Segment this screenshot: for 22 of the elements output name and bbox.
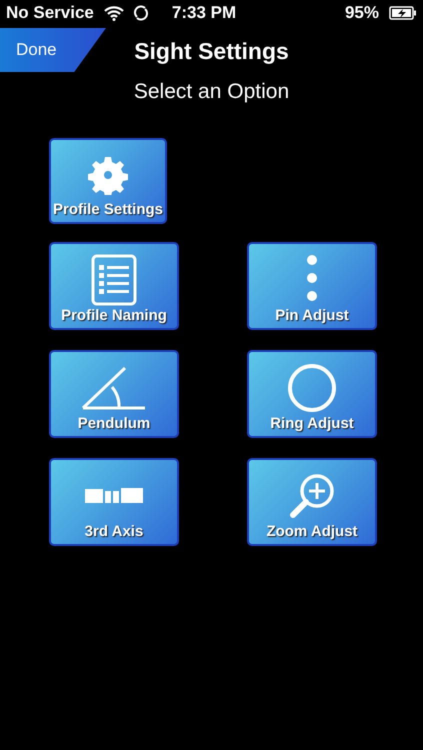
- angle-icon: [81, 364, 147, 410]
- done-button[interactable]: Done: [0, 28, 106, 72]
- subtitle: Select an Option: [132, 80, 290, 104]
- list-icon: [91, 254, 137, 306]
- wifi-icon: [104, 6, 124, 20]
- circle-icon: [287, 362, 337, 412]
- sync-icon: [134, 4, 148, 22]
- time-text: 7:33 PM: [172, 3, 236, 23]
- carrier-text: No Service: [6, 3, 94, 23]
- option-button[interactable]: Profile Naming: [49, 242, 179, 330]
- option-button[interactable]: Zoom Adjust: [247, 458, 377, 546]
- option-button[interactable]: Pin Adjust: [247, 242, 377, 330]
- gear-icon: [88, 154, 128, 194]
- blocks-icon: [85, 486, 143, 504]
- battery-icon: [389, 6, 417, 20]
- profile-settings-button[interactable]: Profile Settings: [49, 138, 168, 224]
- option-button[interactable]: Ring Adjust: [247, 350, 377, 438]
- zoom-in-icon: [289, 472, 335, 518]
- screen-title: Sight Settings: [134, 38, 289, 64]
- battery-text: 95%: [344, 3, 379, 23]
- option-button[interactable]: Pendulum: [49, 350, 179, 438]
- option-button[interactable]: 3rd Axis: [49, 458, 179, 546]
